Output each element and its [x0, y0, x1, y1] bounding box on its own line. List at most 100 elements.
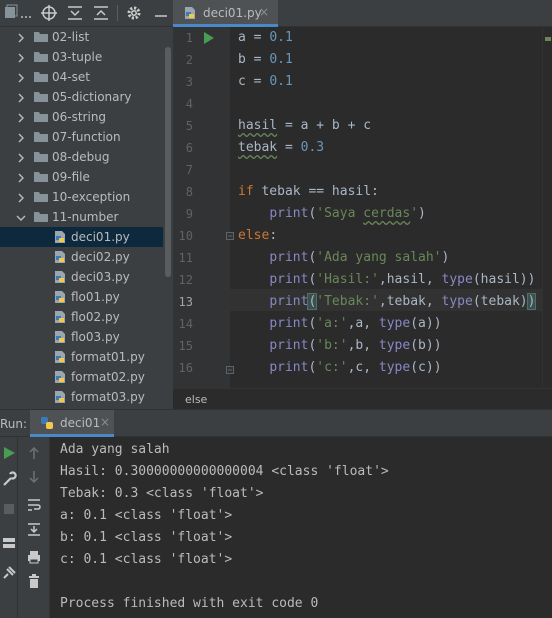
tree-file-item[interactable]: deci01.py [0, 227, 163, 247]
folder-icon [34, 91, 48, 102]
console-line: b: 0.1 <class 'float'> [60, 530, 233, 545]
tree-item-label: 07-function [52, 130, 121, 144]
tree-item-label: 05-dictionary [52, 90, 132, 104]
gear-icon[interactable] [125, 4, 143, 22]
run-toolbar-primary [0, 437, 18, 618]
code-area[interactable]: a = 0.1 b = 0.1 c = 0.1 hasil = a + b + … [230, 27, 542, 388]
tree-item-label: format02.py [71, 370, 145, 384]
tree-folder-item[interactable]: 02-list [0, 27, 163, 47]
code-line: print('Ada yang salah') [269, 250, 450, 265]
tree-folder-item[interactable]: 09-file [0, 167, 163, 187]
tree-file-item[interactable]: flo02.py [0, 307, 163, 327]
up-arrow-icon[interactable] [26, 445, 42, 461]
tree-folder-item[interactable]: 11-number [0, 207, 163, 227]
run-label: Run: [0, 417, 28, 431]
code-line: if tebak == hasil: [238, 184, 379, 199]
hide-icon[interactable] [152, 4, 170, 22]
run-tab-label: deci01 [60, 416, 101, 430]
more-dots-icon[interactable] [20, 4, 34, 22]
code-line: print('a:',a, type(a)) [269, 316, 442, 331]
chevron-right-icon[interactable] [16, 112, 26, 123]
chevron-down-icon[interactable] [16, 212, 26, 222]
soft-wrap-icon[interactable] [26, 497, 42, 513]
chevron-right-icon[interactable] [16, 152, 26, 163]
run-console[interactable]: Ada yang salah Hasil: 0.30000000000000004… [50, 437, 552, 618]
pin-icon[interactable] [1, 565, 17, 581]
tree-item-label: flo02.py [71, 310, 120, 324]
editor-tab-deci01[interactable]: deci01.py × [173, 0, 278, 27]
tree-file-item[interactable]: flo01.py [0, 287, 163, 307]
wrench-icon[interactable] [1, 471, 17, 487]
python-file-icon [53, 269, 67, 285]
code-line: print('Hasil:',hasil, type(hasil)) [269, 272, 536, 287]
python-file-icon [53, 249, 67, 265]
editor-scrollbar[interactable] [542, 27, 552, 388]
locate-icon[interactable] [40, 4, 58, 22]
line-number: 9 [185, 207, 193, 221]
breadcrumb[interactable]: else [173, 388, 552, 409]
tree-file-item[interactable]: flo03.py [0, 327, 163, 347]
chevron-right-icon[interactable] [16, 52, 26, 63]
tree-file-item[interactable]: deci02.py [0, 247, 163, 267]
tree-folder-item[interactable]: 07-function [0, 127, 163, 147]
chevron-right-icon[interactable] [16, 172, 26, 183]
python-file-icon [53, 369, 67, 385]
tree-folder-item[interactable]: 04-set [0, 67, 163, 87]
console-line: c: 0.1 <class 'float'> [60, 552, 233, 567]
tree-item-label: flo01.py [71, 290, 120, 304]
tree-item-label: deci02.py [71, 250, 130, 264]
stop-icon[interactable] [1, 501, 17, 517]
project-scrollbar[interactable] [163, 27, 173, 409]
layout-icon[interactable] [1, 535, 17, 551]
collapse-all-icon[interactable] [92, 4, 110, 22]
console-line: Hasil: 0.30000000000000004 <class 'float… [60, 464, 389, 479]
rerun-icon[interactable] [1, 445, 17, 461]
down-arrow-icon[interactable] [26, 469, 42, 485]
tree-folder-item[interactable]: 05-dictionary [0, 87, 163, 107]
code-line: print('b:',b, type(b)) [269, 338, 442, 353]
trash-icon[interactable] [26, 573, 42, 589]
toolbar-separator [117, 5, 118, 21]
line-number: 8 [185, 185, 193, 199]
line-number: 11 [178, 251, 193, 265]
breadcrumb-item[interactable]: else [185, 393, 207, 406]
chevron-right-icon[interactable] [16, 32, 26, 43]
code-line: else: [238, 228, 278, 243]
code-line: tebak = 0.3 [238, 140, 325, 155]
chevron-right-icon[interactable] [16, 92, 26, 103]
tree-item-label: 08-debug [52, 150, 110, 164]
tree-item-label: format03.py [71, 390, 145, 404]
tree-item-label: flo03.py [71, 330, 120, 344]
inspection-ok-marker [545, 37, 551, 41]
tree-folder-item[interactable]: 10-exception [0, 187, 163, 207]
project-scrollbar-thumb[interactable] [165, 47, 171, 277]
tree-folder-item[interactable]: 08-debug [0, 147, 163, 167]
tree-item-label: 11-number [52, 210, 119, 224]
tree-item-label: 09-file [52, 170, 90, 184]
run-gutter-icon[interactable] [203, 31, 215, 48]
tree-folder-item[interactable]: 03-tuple [0, 47, 163, 67]
tree-folder-item[interactable]: 06-string [0, 107, 163, 127]
folder-icon [34, 191, 48, 202]
python-file-icon [183, 5, 197, 21]
editor-tab-label: deci01.py [203, 6, 262, 20]
code-line: print('c:',c, type(c)) [269, 360, 442, 375]
close-icon[interactable]: × [259, 5, 269, 19]
python-file-icon [53, 349, 67, 365]
tree-file-item[interactable]: format02.py [0, 367, 163, 387]
tree-file-item[interactable]: format03.py [0, 387, 163, 407]
run-tab-deci01[interactable]: deci01 × [30, 410, 114, 437]
chevron-right-icon[interactable] [16, 192, 26, 203]
scroll-to-end-icon[interactable] [26, 521, 42, 537]
project-menu-icon[interactable] [2, 4, 20, 22]
tree-file-item[interactable]: deci03.py [0, 267, 163, 287]
tree-file-item[interactable]: format01.py [0, 347, 163, 367]
expand-all-icon[interactable] [66, 4, 84, 22]
print-icon[interactable] [26, 549, 42, 565]
chevron-right-icon[interactable] [16, 72, 26, 83]
folder-icon [34, 51, 48, 62]
close-icon[interactable]: × [100, 415, 110, 429]
chevron-right-icon[interactable] [16, 132, 26, 143]
